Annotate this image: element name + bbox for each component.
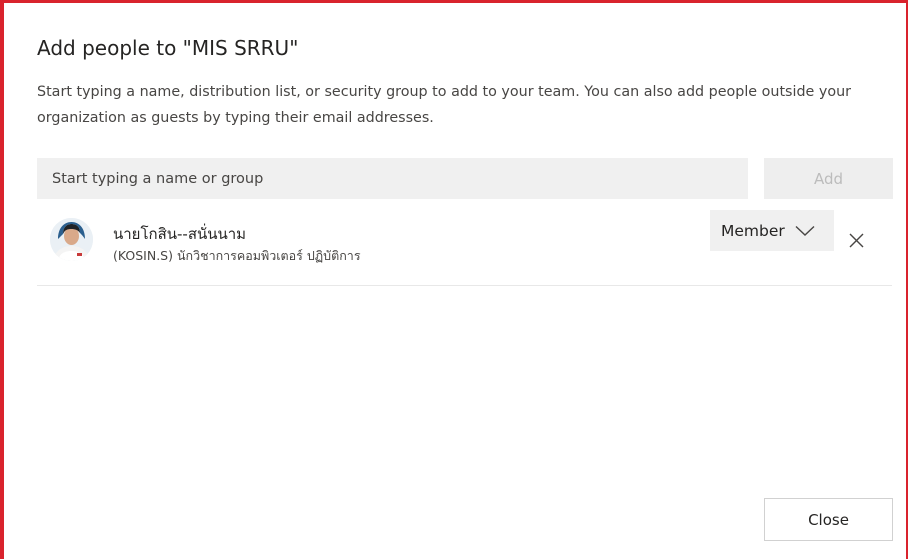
close-button[interactable]: Close (764, 498, 893, 541)
people-search-input[interactable] (37, 158, 748, 199)
dialog-title: Add people to "MIS SRRU" (37, 36, 299, 60)
dialog-description: Start typing a name, distribution list, … (37, 84, 852, 126)
person-subtitle: (KOSIN.S) นักวิชาการคอมพิวเตอร์ ปฏิบัติก… (113, 248, 361, 263)
role-label: Member (721, 221, 785, 240)
chevron-down-icon (795, 225, 815, 236)
avatar (50, 218, 93, 261)
role-dropdown[interactable]: Member (710, 210, 834, 251)
add-button[interactable]: Add (764, 158, 893, 199)
close-icon[interactable] (848, 232, 865, 249)
person-name: นายโกสิน--สนั่นนาม (113, 225, 247, 243)
add-people-dialog: Add people to "MIS SRRU" Start typing a … (0, 0, 908, 559)
person-row: นายโกสิน--สนั่นนาม (KOSIN.S) นักวิชาการค… (37, 206, 892, 286)
user-photo-icon (50, 218, 93, 261)
